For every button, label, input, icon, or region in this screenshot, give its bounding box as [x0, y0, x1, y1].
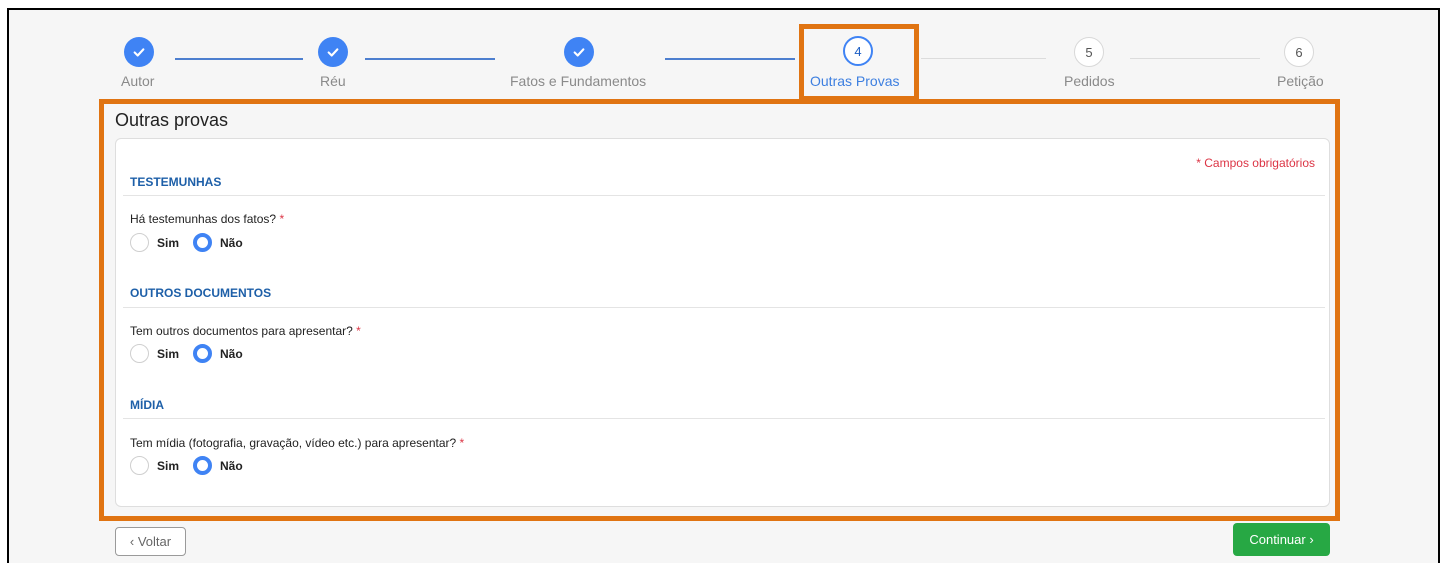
current-step-highlight: [799, 24, 919, 101]
step-connector: [1130, 58, 1260, 59]
step-label-autor[interactable]: Autor: [121, 73, 154, 89]
check-icon: [133, 48, 145, 57]
step-connector: [365, 58, 495, 60]
step-5-circle[interactable]: 5: [1074, 37, 1104, 67]
progress-stepper: Autor Réu Fatos e Fundamentos 4 Outras P…: [0, 0, 1445, 100]
step-label-fatos[interactable]: Fatos e Fundamentos: [510, 73, 646, 89]
back-button[interactable]: ‹ Voltar: [115, 527, 186, 556]
step-3-check-icon[interactable]: [564, 37, 594, 67]
step-label-pedidos[interactable]: Pedidos: [1064, 73, 1115, 89]
step-6-circle[interactable]: 6: [1284, 37, 1314, 67]
step-2-check-icon[interactable]: [318, 37, 348, 67]
form-highlight-box: [99, 99, 1340, 521]
step-connector: [175, 58, 303, 60]
continue-button[interactable]: Continuar ›: [1233, 523, 1330, 556]
step-connector: [665, 58, 795, 60]
step-1-check-icon[interactable]: [124, 37, 154, 67]
step-label-peticao[interactable]: Petição: [1277, 73, 1324, 89]
check-icon: [327, 48, 339, 57]
step-label-reu[interactable]: Réu: [320, 73, 346, 89]
check-icon: [573, 48, 585, 57]
step-connector: [921, 58, 1046, 59]
